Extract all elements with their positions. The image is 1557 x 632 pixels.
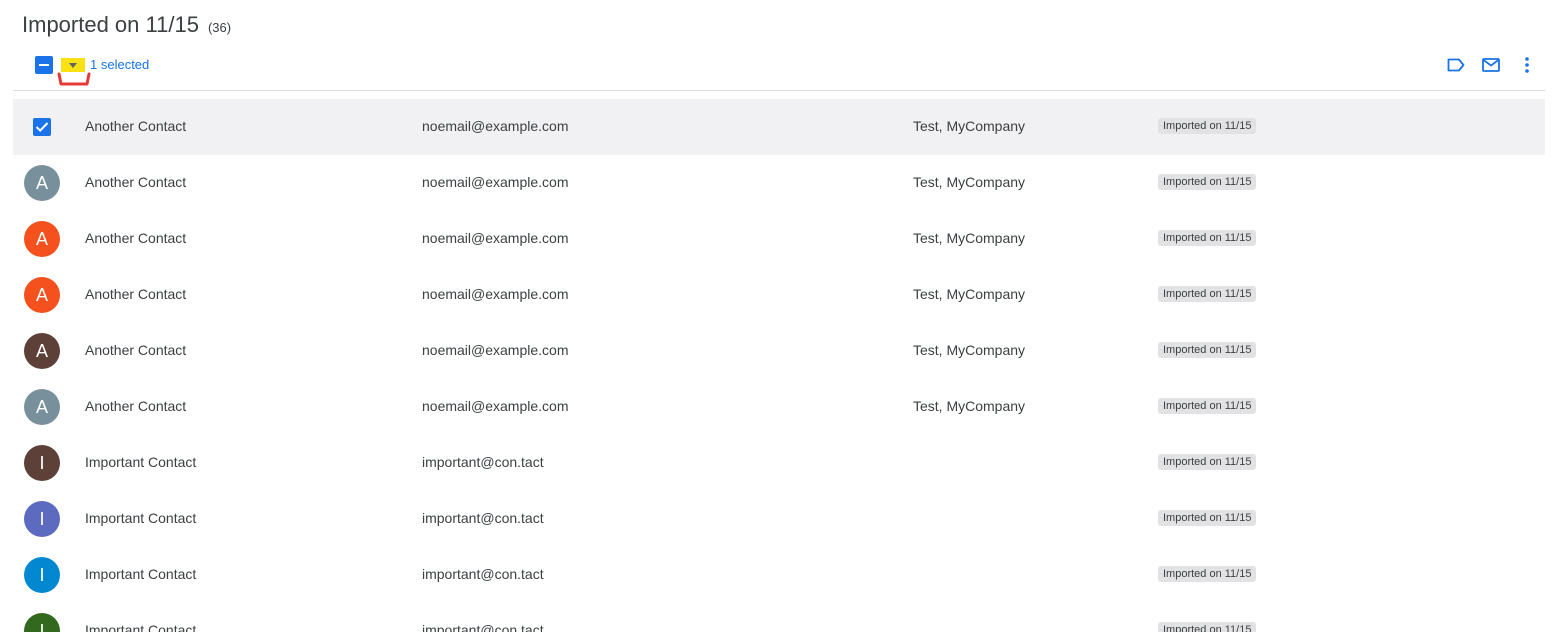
contact-name: Another Contact [85,230,187,246]
avatar[interactable]: A [24,333,60,369]
avatar[interactable]: A [24,221,60,257]
contact-email: noemail@example.com [422,118,569,134]
contact-row[interactable]: I Important Contact important@con.tact I… [13,435,1545,491]
contact-row[interactable]: A Another Contact noemail@example.com Te… [13,211,1545,267]
contact-company: Test, MyCompany [913,118,1026,134]
label-chip[interactable]: Imported on 11/15 [1158,622,1257,632]
label-chip[interactable]: Imported on 11/15 [1158,342,1257,358]
contact-company: Test, MyCompany [913,342,1026,358]
annotation-bracket-icon [57,72,91,86]
label-chip[interactable]: Imported on 11/15 [1158,398,1257,414]
contact-company: Test, MyCompany [913,286,1026,302]
label-chip[interactable]: Imported on 11/15 [1158,454,1257,470]
contact-row[interactable]: A Another Contact noemail@example.com Te… [13,323,1545,379]
contact-company: Test, MyCompany [913,398,1026,414]
contact-count: (36) [207,20,232,35]
contact-company: Test, MyCompany [913,174,1026,190]
contact-email: noemail@example.com [422,230,569,246]
contact-list: Another Contact noemail@example.com Test… [13,99,1545,632]
contact-name: Another Contact [85,342,187,358]
contact-name: Important Contact [85,566,197,582]
contact-email: noemail@example.com [422,174,569,190]
selected-count-text: 1 selected [90,57,150,72]
contact-email: noemail@example.com [422,398,569,414]
label-icon[interactable] [1445,54,1467,76]
contact-row[interactable]: Another Contact noemail@example.com Test… [13,99,1545,155]
more-vert-icon[interactable] [1516,54,1538,76]
avatar[interactable]: I [24,557,60,593]
label-chip[interactable]: Imported on 11/15 [1158,174,1257,190]
contact-row[interactable]: A Another Contact noemail@example.com Te… [13,155,1545,211]
caret-down-icon [69,62,77,68]
contact-row[interactable]: I Important Contact important@con.tact I… [13,491,1545,547]
avatar[interactable]: I [24,445,60,481]
selection-options-dropdown[interactable] [61,58,85,72]
contact-email: important@con.tact [422,510,544,526]
label-chip[interactable]: Imported on 11/15 [1158,566,1257,582]
label-chip[interactable]: Imported on 11/15 [1158,230,1257,246]
contact-row[interactable]: A Another Contact noemail@example.com Te… [13,267,1545,323]
row-checkbox[interactable] [33,118,51,136]
contacts-page: Imported on 11/15 (36) 1 selected Anothe… [0,0,1557,632]
page-title: Imported on 11/15 [22,12,199,37]
avatar[interactable]: A [24,277,60,313]
contact-email: important@con.tact [422,622,544,632]
contact-name: Another Contact [85,398,187,414]
select-all-checkbox[interactable] [35,56,53,74]
contact-email: important@con.tact [422,566,544,582]
avatar[interactable]: I [24,613,60,632]
avatar[interactable]: I [24,501,60,537]
contact-row[interactable]: I Important Contact important@con.tact I… [13,547,1545,603]
contact-name: Another Contact [85,286,187,302]
label-chip[interactable]: Imported on 11/15 [1158,118,1257,134]
avatar[interactable]: A [24,165,60,201]
contact-row[interactable]: A Another Contact noemail@example.com Te… [13,379,1545,435]
contact-name: Important Contact [85,454,197,470]
contact-name: Another Contact [85,174,187,190]
label-chip[interactable]: Imported on 11/15 [1158,286,1257,302]
contact-row[interactable]: I Important Contact important@con.tact I… [13,603,1545,632]
contact-email: noemail@example.com [422,342,569,358]
label-chip[interactable]: Imported on 11/15 [1158,510,1257,526]
email-icon[interactable] [1480,54,1502,76]
contact-company: Test, MyCompany [913,230,1026,246]
contact-email: noemail@example.com [422,286,569,302]
avatar[interactable]: A [24,389,60,425]
contact-name: Important Contact [85,622,197,632]
indeterminate-icon [39,64,49,66]
contact-email: important@con.tact [422,454,544,470]
selection-toolbar: 1 selected [13,48,1545,91]
contact-name: Important Contact [85,510,197,526]
page-header: Imported on 11/15 (36) [22,10,231,40]
contact-name: Another Contact [85,118,187,134]
checkmark-icon [35,122,49,133]
